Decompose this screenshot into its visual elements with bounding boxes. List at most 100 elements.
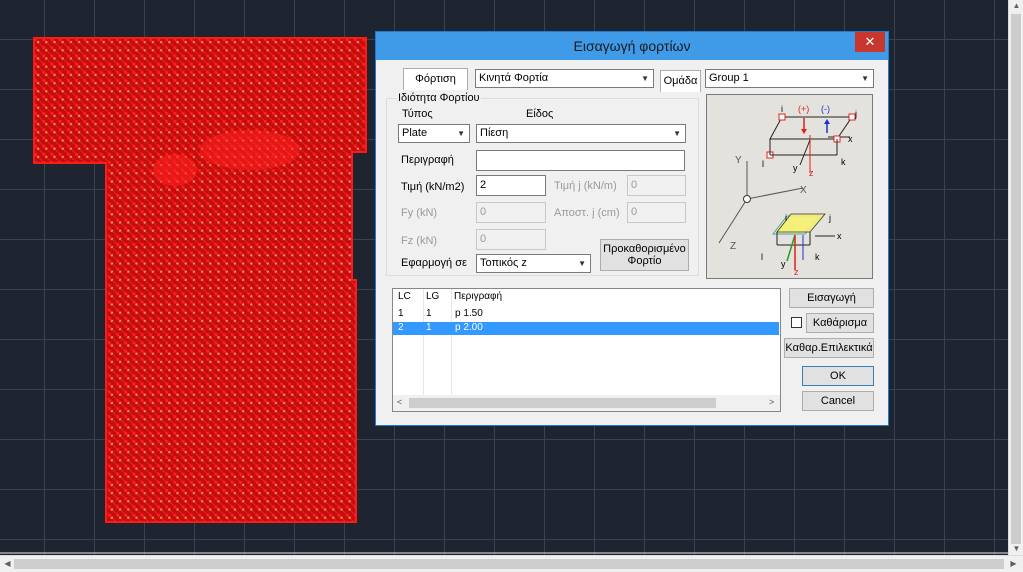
column-divider	[423, 289, 424, 395]
node-j-label: j	[854, 109, 857, 119]
vertical-scroll-thumb[interactable]	[1011, 14, 1021, 544]
fy-label: Fy (kN)	[401, 207, 438, 219]
description-input[interactable]	[476, 150, 685, 171]
local-y-axis	[799, 139, 811, 166]
vertical-scrollbar[interactable]: ▲ ▼	[1008, 0, 1023, 555]
column-header-lg[interactable]: LG	[426, 291, 439, 302]
global-z-axis	[718, 198, 748, 244]
list-scroll-thumb[interactable]	[409, 398, 716, 408]
tab-group[interactable]: Ομάδα	[660, 70, 701, 92]
apply-select-value: Τοπικός z	[480, 257, 527, 269]
node-l-label: l	[762, 159, 764, 169]
load-input-dialog: Εισαγωγή φορτίων ✕ Φόρτιση Κινητά Φορτία…	[375, 31, 889, 426]
type-select-value: Plate	[402, 127, 428, 139]
dist-j-input[interactable]: 0	[627, 202, 686, 223]
value-j-label: Τιμή j (kN/m)	[554, 180, 617, 192]
ok-button[interactable]: OK	[802, 366, 874, 386]
chevron-down-icon: ▼	[861, 74, 869, 83]
loads-list[interactable]: LC LG Περιγραφή 1 1 p 1.50 2 1 p 2.00 < …	[392, 288, 781, 412]
value-j-input[interactable]: 0	[627, 175, 686, 196]
list-item-lg: 1	[426, 322, 432, 333]
predefined-load-button[interactable]: Προκαθορισμένο Φορτίο	[600, 239, 689, 271]
fy-input[interactable]: 0	[476, 202, 546, 223]
clear-button[interactable]: Καθάρισμα	[806, 313, 874, 333]
local-y-label: y	[793, 163, 798, 173]
positive-arrow-head	[801, 129, 807, 134]
load-highlight	[200, 130, 300, 170]
clear-checkbox[interactable]	[791, 317, 802, 328]
clear-selective-button[interactable]: Καθαρ.Επιλεκτικά	[784, 338, 874, 358]
load-properties-title: Ιδιότητα Φορτίου	[397, 92, 481, 104]
kind-select[interactable]: Πίεση ▼	[476, 124, 686, 143]
value-input[interactable]: 2	[476, 175, 546, 196]
column-divider	[451, 289, 452, 395]
chevron-down-icon: ▼	[641, 74, 649, 83]
local-x-label: x	[848, 134, 853, 144]
list-item-lc: 2	[398, 322, 404, 333]
scroll-right-icon[interactable]: ▶	[1006, 559, 1021, 569]
scroll-left-icon[interactable]: <	[397, 397, 402, 407]
dialog-titlebar[interactable]: Εισαγωγή φορτίων ✕	[376, 32, 888, 60]
horizontal-scrollbar[interactable]: ◀ ▶	[0, 555, 1023, 572]
local-x-label-2: x	[837, 231, 842, 241]
origin-marker	[743, 195, 751, 203]
fz-input[interactable]: 0	[476, 229, 546, 250]
global-y-label: Y	[735, 155, 742, 166]
tab-loading[interactable]: Φόρτιση	[403, 68, 468, 90]
positive-label: (+)	[798, 104, 809, 114]
node-i-label-2: i	[785, 213, 787, 223]
list-item[interactable]: 1 1 p 1.50	[393, 308, 779, 321]
local-z-label: z	[809, 168, 814, 178]
list-item-description: p 2.00	[455, 322, 483, 333]
scroll-down-icon[interactable]: ▼	[1009, 544, 1023, 554]
list-item-selected[interactable]: 2 1 p 2.00	[393, 322, 779, 335]
cancel-button[interactable]: Cancel	[802, 391, 874, 411]
global-z-label: Z	[730, 241, 736, 252]
list-horizontal-scrollbar[interactable]: < >	[393, 395, 780, 411]
loading-select-value: Κινητά Φορτία	[479, 72, 549, 84]
dialog-title: Εισαγωγή φορτίων	[573, 38, 691, 54]
insert-button[interactable]: Εισαγωγή	[789, 288, 874, 308]
value-label: Τιμή (kN/m2)	[401, 181, 465, 193]
group-select-value: Group 1	[709, 72, 749, 84]
description-label: Περιγραφή	[401, 154, 454, 166]
list-item-description: p 1.50	[455, 308, 483, 319]
loading-select[interactable]: Κινητά Φορτία ▼	[475, 69, 654, 88]
chevron-down-icon: ▼	[457, 129, 465, 138]
group-select[interactable]: Group 1 ▼	[705, 69, 874, 88]
global-x-label: X	[800, 185, 807, 196]
node-marker	[778, 113, 786, 121]
node-j-label-2: j	[828, 213, 831, 223]
chevron-down-icon: ▼	[578, 259, 586, 268]
horizontal-scroll-thumb[interactable]	[14, 559, 1004, 569]
apply-label: Εφαρμογή σε	[401, 257, 467, 269]
global-x-axis	[746, 187, 804, 200]
close-button[interactable]: ✕	[855, 32, 885, 52]
node-l-label-2: l	[761, 252, 763, 262]
apply-select[interactable]: Τοπικός z ▼	[476, 254, 591, 273]
type-label: Τύπος	[402, 108, 433, 120]
node-k-label-2: k	[815, 252, 820, 262]
local-y-label-2: y	[781, 259, 786, 269]
list-item-lc: 1	[398, 308, 404, 319]
scroll-up-icon[interactable]: ▲	[1009, 1, 1023, 11]
scroll-right-icon[interactable]: >	[769, 397, 774, 407]
slab-mesh	[33, 37, 367, 523]
negative-arrow-head	[824, 119, 830, 124]
column-header-description[interactable]: Περιγραφή	[454, 291, 502, 302]
local-y-axis-2	[786, 234, 796, 262]
fz-label: Fz (kN)	[401, 235, 438, 247]
column-header-lc[interactable]: LC	[398, 291, 411, 302]
kind-label: Είδος	[526, 108, 554, 120]
chevron-down-icon: ▼	[673, 129, 681, 138]
list-item-lg: 1	[426, 308, 432, 319]
scroll-left-icon[interactable]: ◀	[0, 559, 15, 569]
node-k-label: k	[841, 157, 846, 167]
predefined-load-label-1: Προκαθορισμένο	[603, 243, 686, 255]
local-z-label-2: z	[794, 267, 799, 277]
predefined-load-label-2: Φορτίο	[627, 255, 662, 267]
type-select[interactable]: Plate ▼	[398, 124, 470, 143]
dist-j-label: Αποστ. j (cm)	[554, 207, 620, 219]
node-i-label: i	[781, 104, 783, 114]
load-highlight	[153, 154, 197, 186]
